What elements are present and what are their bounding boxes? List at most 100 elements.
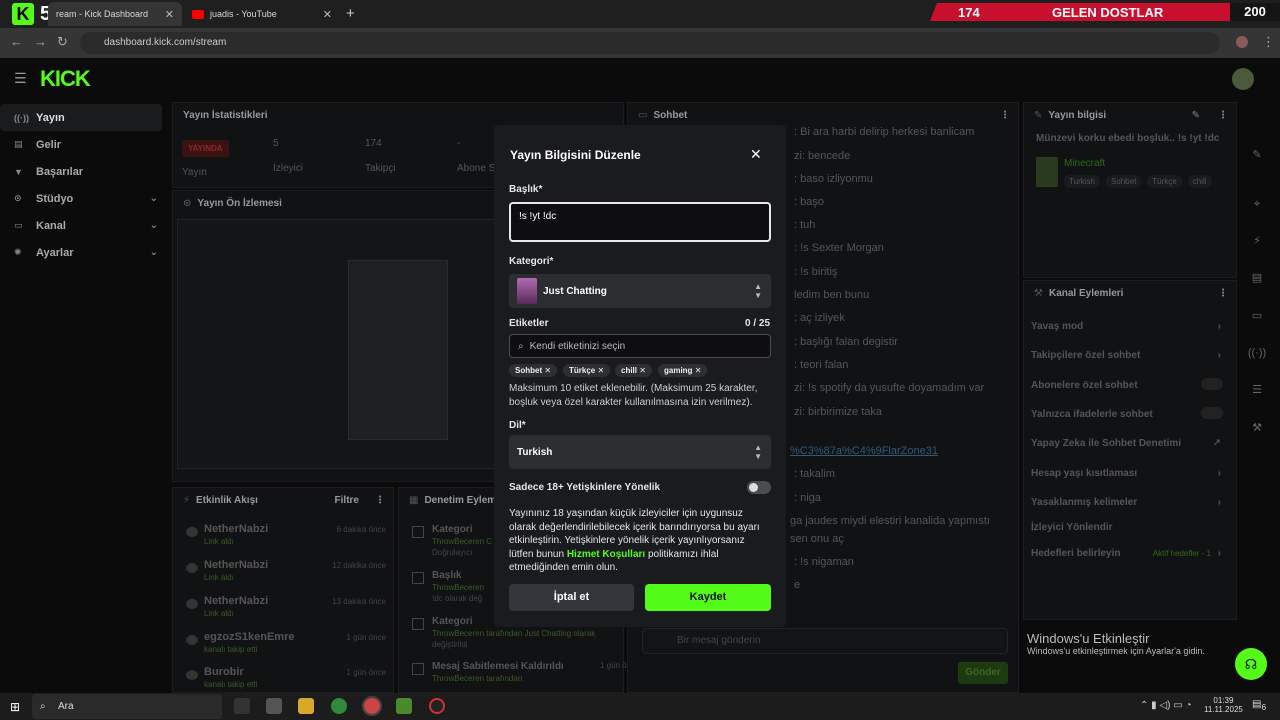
tag-chip-label: Türkçe — [569, 366, 596, 375]
taskbar-search[interactable]: ⌕ Ara — [32, 694, 222, 719]
action-banned-words[interactable]: Yasaklanmış kelimeler › — [1031, 497, 1227, 508]
app-icon[interactable] — [266, 698, 282, 714]
tag-chip[interactable]: chill ✕ — [615, 364, 652, 377]
minecraft-icon[interactable] — [396, 698, 412, 714]
activity-user[interactable]: NetherNabzi — [204, 559, 268, 571]
toggle-switch[interactable] — [1201, 378, 1223, 390]
category-icon — [412, 526, 424, 538]
current-category[interactable]: Minecraft — [1064, 158, 1105, 169]
sidebar-item-kanal[interactable]: ▭ Kanal ⌄ — [0, 212, 170, 239]
new-tab-button[interactable]: + — [346, 5, 355, 22]
action-goals[interactable]: Hedefleri belirleyin Aktif hedefler - 1 › — [1031, 548, 1227, 559]
activity-user[interactable]: NetherNabzi — [204, 595, 268, 607]
tag-chip[interactable]: gaming ✕ — [658, 364, 708, 377]
document-icon[interactable]: ▤ — [1246, 267, 1268, 289]
close-icon[interactable]: ✕ — [750, 146, 762, 163]
target-icon[interactable]: ⌖ — [1246, 193, 1268, 215]
stream-overlay-bar: 174 GELEN DOSTLAR 200 — [930, 3, 1280, 21]
sidebar-item-gelir[interactable]: ▤ Gelir — [0, 131, 170, 158]
browser-menu-icon[interactable]: ⋮ — [1262, 34, 1275, 50]
wrench-icon[interactable]: ⚒ — [1246, 417, 1268, 439]
activity-user[interactable]: NetherNabzi — [204, 523, 268, 535]
toggle-switch[interactable] — [1201, 407, 1223, 419]
category-select[interactable]: Just Chatting ▲ ▼ — [509, 274, 771, 308]
reload-icon[interactable]: ↻ — [57, 34, 68, 50]
file-explorer-icon[interactable] — [298, 698, 314, 714]
remove-tag-icon[interactable]: ✕ — [639, 366, 646, 375]
remove-tag-icon[interactable]: ✕ — [597, 366, 604, 375]
chat-message: zi: birbirimize taka — [794, 406, 883, 418]
more-icon[interactable]: ⋮ — [1218, 110, 1228, 121]
remove-tag-icon[interactable]: ✕ — [695, 366, 702, 375]
tag-chip[interactable]: Sohbet ✕ — [509, 364, 558, 377]
activity-time: 12 dakika önce — [332, 561, 386, 570]
select-arrows-icon: ▲ ▼ — [754, 282, 762, 300]
action-label: Yavaş mod — [1031, 321, 1084, 332]
terms-link[interactable]: Hizmet Koşulları — [567, 549, 645, 560]
profile-avatar[interactable] — [1236, 36, 1248, 48]
tray-icons[interactable]: ⌃ ▮ ◁) ▭ ◔ — [1140, 700, 1192, 711]
chat-icon[interactable]: ▭ — [1246, 305, 1268, 327]
tab-youtube[interactable]: juadis - YouTube ✕ — [184, 2, 340, 26]
activity-user[interactable]: Burobir — [204, 666, 244, 678]
chat-message: ga jaudes miydi elestiri kanalida yapmıs… — [790, 515, 990, 527]
forward-icon[interactable]: → — [34, 34, 47, 49]
broadcast-icon[interactable]: ((·)) — [1246, 342, 1268, 364]
filter-button[interactable]: Filtre — [335, 495, 359, 506]
support-chat-button[interactable]: ☊ — [1235, 648, 1267, 680]
chrome-icon[interactable] — [362, 696, 382, 716]
tag-chip[interactable]: Türkçe ✕ — [563, 364, 611, 377]
panel-title: Etkinlik Akışı — [196, 494, 258, 506]
action-label: Yasaklanmış kelimeler — [1031, 497, 1138, 508]
tags-search-input[interactable]: ⌕ Kendi etiketinizi seçin — [509, 334, 771, 358]
action-followers-only[interactable]: Takipçilere özel sohbet › — [1031, 350, 1227, 361]
list-icon[interactable]: ☰ — [1246, 379, 1268, 401]
chat-input[interactable]: Bir mesaj gönderin — [642, 628, 1008, 654]
url-field[interactable]: dashboard.kick.com/stream — [80, 32, 1220, 54]
bolt-icon[interactable]: ⚡ — [1246, 230, 1268, 252]
close-icon[interactable]: ✕ — [165, 8, 174, 21]
sidebar-item-studyo[interactable]: ⊙ Stüdyo ⌄ — [0, 185, 170, 212]
notification-icon[interactable]: ▤6 — [1252, 699, 1266, 712]
windows-start-icon[interactable]: ⊞ — [10, 700, 20, 714]
tab-kick-dashboard[interactable]: ream - Kick Dashboard ✕ — [48, 2, 182, 26]
action-raid[interactable]: İzleyici Yönlendir — [1031, 522, 1227, 533]
activity-user[interactable]: egzozS1kenEmre — [204, 631, 294, 643]
more-icon[interactable]: ⋮ — [1000, 110, 1010, 121]
chrome-icon[interactable] — [331, 698, 347, 714]
sidebar-item-basarilar[interactable]: ▼ Başarılar — [0, 158, 170, 185]
sidebar-item-ayarlar[interactable]: ✺ Ayarlar ⌄ — [0, 239, 170, 266]
save-button[interactable]: Kaydet — [645, 584, 771, 611]
action-ai-moderation[interactable]: Yapay Zeka ile Sohbet Denetimi ↗ — [1031, 438, 1227, 449]
send-button[interactable]: Gönder — [958, 662, 1008, 684]
action-subs-only[interactable]: Abonelere özel sohbet — [1031, 378, 1227, 391]
title-input[interactable]: !s !yt !dc — [509, 202, 771, 242]
viewers-stat: 5 İzleyici — [273, 138, 303, 174]
followers-value: 174 — [365, 138, 382, 149]
live-badge: YAYINDA — [182, 140, 229, 157]
pencil-icon[interactable]: ✎ — [1246, 144, 1268, 166]
language-select[interactable]: Turkish ▲ ▼ — [509, 435, 771, 469]
menu-icon[interactable]: ☰ — [14, 70, 27, 87]
taskbar-clock[interactable]: 01:39 11.11.2025 — [1204, 696, 1243, 714]
avatar[interactable] — [1232, 68, 1254, 90]
sidebar-item-yayin[interactable]: ((·)) Yayın — [0, 104, 162, 131]
obs-icon[interactable] — [429, 698, 445, 714]
panel-title: Yayın İstatistikleri — [183, 109, 268, 121]
kick-logo[interactable]: KICK — [40, 66, 91, 92]
remove-tag-icon[interactable]: ✕ — [544, 366, 551, 375]
panel-header: ⚒ Kanal Eylemleri ⋮ — [1024, 281, 1236, 305]
action-slow-mode[interactable]: Yavaş mod › — [1031, 321, 1227, 332]
heart-icon — [186, 670, 198, 680]
task-view-icon[interactable] — [234, 698, 250, 714]
edit-icon[interactable]: ✎ — [1192, 110, 1200, 121]
action-account-age[interactable]: Hesap yaşı kısıtlaması › — [1031, 468, 1227, 479]
adult-toggle[interactable] — [747, 481, 771, 494]
more-icon[interactable]: ⋮ — [375, 495, 385, 506]
close-icon[interactable]: ✕ — [323, 8, 332, 21]
back-icon[interactable]: ← — [10, 34, 23, 49]
more-icon[interactable]: ⋮ — [1218, 288, 1228, 299]
cancel-button[interactable]: İptal et — [509, 584, 634, 611]
category-thumbnail — [1036, 157, 1058, 187]
action-emotes-only[interactable]: Yalnızca ifadelerle sohbet — [1031, 407, 1227, 420]
